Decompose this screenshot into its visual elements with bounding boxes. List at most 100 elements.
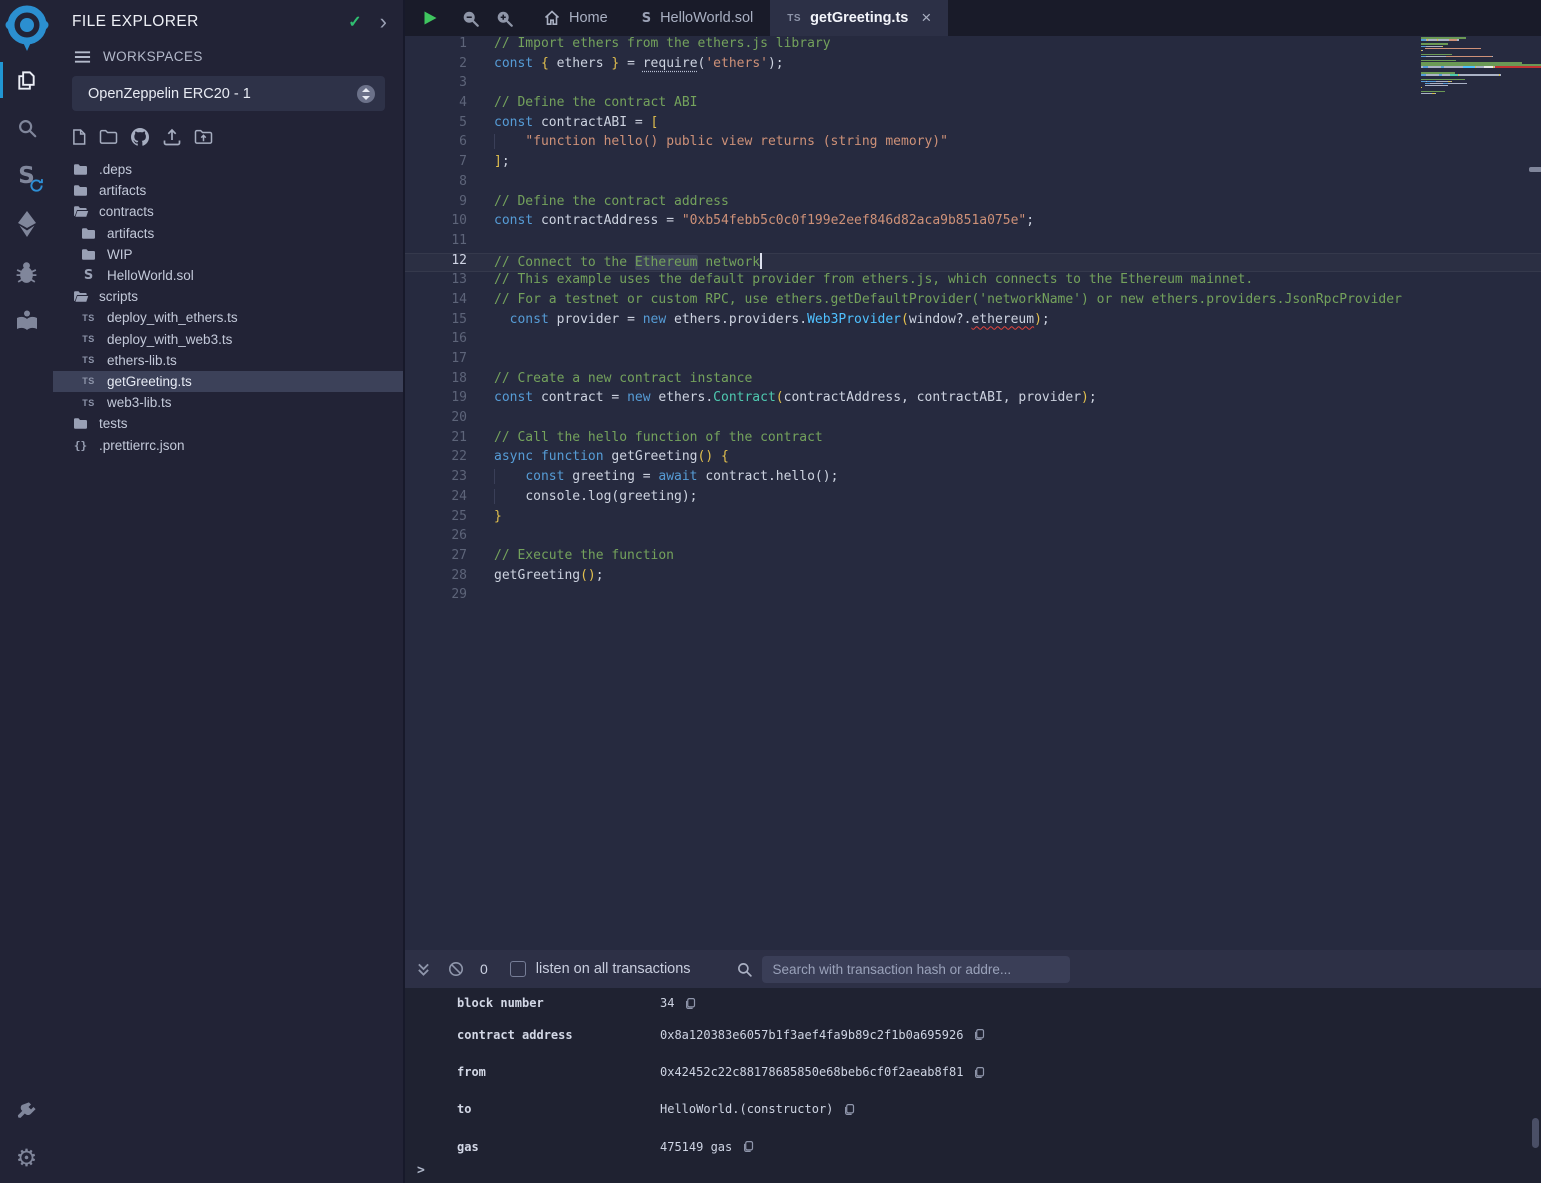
close-tab-icon[interactable]: ×	[921, 8, 931, 28]
listen-all-transactions-checkbox[interactable]	[510, 961, 526, 977]
file-tree-item-deploy-with-ethers-ts[interactable]: TSdeploy_with_ethers.ts	[53, 307, 403, 328]
code-line-15[interactable]: 15 const provider = new ethers.providers…	[405, 312, 1541, 332]
copy-icon[interactable]	[973, 1028, 985, 1041]
copy-icon[interactable]	[843, 1103, 855, 1116]
code-line-25[interactable]: 25}	[405, 509, 1541, 529]
search-icon	[737, 962, 752, 977]
file-tree-item-scripts[interactable]: scripts	[53, 286, 403, 307]
code-line-24[interactable]: 24 console.log(greeting);	[405, 489, 1541, 509]
file-tree-item-getgreeting-ts[interactable]: TSgetGreeting.ts	[53, 371, 403, 392]
code-line-3[interactable]: 3	[405, 75, 1541, 95]
file-label: tests	[99, 416, 128, 431]
code-line-12[interactable]: 12// Connect to the Ethereum network	[405, 253, 1541, 273]
tab-getgreeting-ts[interactable]: TSgetGreeting.ts×	[770, 0, 948, 36]
file-tree-item--prettierrc-json[interactable]: {}.prettierrc.json	[53, 434, 403, 455]
copy-icon[interactable]	[684, 997, 696, 1010]
code-line-5[interactable]: 5const contractABI = [	[405, 115, 1541, 135]
code-line-2[interactable]: 2const { ethers } = require('ethers');	[405, 56, 1541, 76]
file-tree-item-wip[interactable]: WIP	[53, 244, 403, 265]
text-cursor	[760, 253, 762, 269]
new-folder-icon[interactable]	[99, 129, 118, 145]
upload-file-icon[interactable]	[162, 128, 182, 146]
workspace-switch-icon[interactable]	[357, 85, 375, 103]
code-line-26[interactable]: 26	[405, 528, 1541, 548]
code-line-19[interactable]: 19const contract = new ethers.Contract(c…	[405, 390, 1541, 410]
workspaces-label: WORKSPACES	[103, 49, 203, 64]
line-text: }	[494, 509, 502, 529]
copy-icon[interactable]	[973, 1066, 985, 1079]
zoom-in-icon[interactable]	[496, 10, 513, 27]
file-tree-item-ethers-lib-ts[interactable]: TSethers-lib.ts	[53, 350, 403, 371]
tx-detail-value: HelloWorld.(constructor)	[660, 1102, 833, 1116]
code-line-1[interactable]: 1// Import ethers from the ethers.js lib…	[405, 36, 1541, 56]
new-file-icon[interactable]	[72, 128, 87, 146]
code-line-27[interactable]: 27// Execute the function	[405, 548, 1541, 568]
code-line-11[interactable]: 11	[405, 233, 1541, 253]
file-tree-item-deploy-with-web3-ts[interactable]: TSdeploy_with_web3.ts	[53, 329, 403, 350]
code-line-9[interactable]: 9// Define the contract address	[405, 194, 1541, 214]
code-line-10[interactable]: 10const contractAddress = "0xb54febb5c0c…	[405, 213, 1541, 233]
tx-detail-value: 34	[660, 996, 674, 1010]
file-tree-item-contracts[interactable]: contracts	[53, 201, 403, 222]
tab-helloworld-sol[interactable]: SHelloWorld.sol	[625, 0, 771, 36]
home-icon	[544, 10, 560, 26]
code-line-14[interactable]: 14// For a testnet or custom RPC, use et…	[405, 292, 1541, 312]
deploy-run-icon[interactable]	[0, 200, 53, 248]
file-explorer-panel: FILE EXPLORER ✓ › WORKSPACES OpenZeppeli…	[53, 0, 403, 1183]
hamburger-menu-icon[interactable]	[74, 50, 91, 64]
copy-icon[interactable]	[742, 1140, 754, 1153]
line-number: 19	[405, 390, 467, 410]
file-tree-item-helloworld-sol[interactable]: SHelloWorld.sol	[53, 265, 403, 286]
terminal-panel: 0 listen on all transactions block numbe…	[405, 950, 1541, 1183]
minimap[interactable]	[1421, 37, 1541, 97]
search-icon[interactable]	[0, 104, 53, 152]
line-number: 14	[405, 292, 467, 312]
code-line-4[interactable]: 4// Define the contract ABI	[405, 95, 1541, 115]
file-tree-item-artifacts[interactable]: artifacts	[53, 223, 403, 244]
github-icon[interactable]	[130, 127, 150, 147]
check-icon[interactable]: ✓	[348, 12, 361, 32]
settings-icon[interactable]: ⚙	[0, 1135, 53, 1183]
code-line-6[interactable]: 6 "function hello() public view returns …	[405, 134, 1541, 154]
code-line-22[interactable]: 22async function getGreeting() {	[405, 449, 1541, 469]
terminal-scrollbar-thumb[interactable]	[1532, 1118, 1539, 1148]
line-number: 8	[405, 174, 467, 194]
code-line-28[interactable]: 28getGreeting();	[405, 568, 1541, 588]
solidity-compiler-icon[interactable]: S	[0, 152, 53, 200]
code-line-16[interactable]: 16	[405, 331, 1541, 351]
zoom-out-icon[interactable]	[462, 10, 479, 27]
remix-logo-icon[interactable]	[0, 0, 53, 56]
run-script-button[interactable]	[423, 10, 438, 26]
line-number: 6	[405, 134, 467, 154]
debugger-icon[interactable]	[0, 248, 53, 296]
code-line-23[interactable]: 23 const greeting = await contract.hello…	[405, 469, 1541, 489]
file-tree-item-web3-lib-ts[interactable]: TSweb3-lib.ts	[53, 392, 403, 413]
file-tree-item-artifacts[interactable]: artifacts	[53, 180, 403, 201]
tab-home[interactable]: Home	[527, 0, 625, 36]
code-line-18[interactable]: 18// Create a new contract instance	[405, 371, 1541, 391]
chevron-right-icon[interactable]: ›	[380, 15, 387, 29]
code-editor[interactable]: 1// Import ethers from the ethers.js lib…	[405, 36, 1541, 950]
clear-console-icon[interactable]	[448, 961, 464, 977]
file-explorer-icon[interactable]	[0, 56, 53, 104]
collapse-terminal-icon[interactable]	[417, 962, 430, 977]
file-label: WIP	[107, 247, 133, 262]
file-tree-item--deps[interactable]: .deps	[53, 159, 403, 180]
learn-icon[interactable]	[0, 296, 53, 344]
folder-icon	[80, 248, 97, 261]
terminal-prompt[interactable]: >	[417, 1163, 425, 1178]
code-line-29[interactable]: 29	[405, 587, 1541, 607]
code-line-17[interactable]: 17	[405, 351, 1541, 371]
code-line-7[interactable]: 7];	[405, 154, 1541, 174]
tx-detail-row-to: toHelloWorld.(constructor)	[457, 1091, 1541, 1128]
code-line-13[interactable]: 13// This example uses the default provi…	[405, 272, 1541, 292]
code-line-20[interactable]: 20	[405, 410, 1541, 430]
file-tree-item-tests[interactable]: tests	[53, 413, 403, 434]
plugin-manager-icon[interactable]	[0, 1087, 53, 1135]
code-line-8[interactable]: 8	[405, 174, 1541, 194]
terminal-search-input[interactable]	[762, 956, 1070, 983]
line-text: ];	[494, 154, 510, 174]
upload-folder-icon[interactable]	[194, 129, 213, 145]
workspace-select[interactable]: OpenZeppelin ERC20 - 1	[72, 76, 385, 111]
code-line-21[interactable]: 21// Call the hello function of the cont…	[405, 430, 1541, 450]
